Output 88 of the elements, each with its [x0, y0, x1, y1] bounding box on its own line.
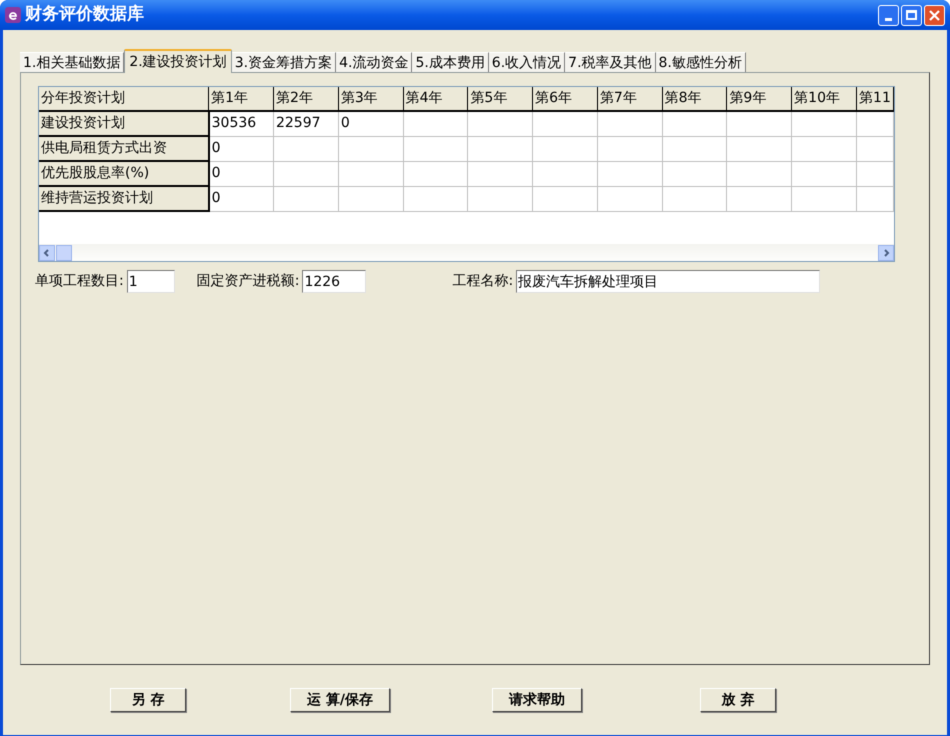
column-header: 第10年: [792, 87, 857, 111]
action-button[interactable]: 另 存: [110, 688, 186, 712]
tab[interactable]: 3.资金筹措方案: [232, 52, 336, 72]
table-cell[interactable]: 0: [208, 136, 274, 161]
table-cell[interactable]: [403, 136, 468, 161]
table-cell[interactable]: [662, 111, 727, 136]
minimize-button[interactable]: [878, 4, 899, 26]
input-field[interactable]: 1226: [302, 270, 366, 293]
table-cell[interactable]: [726, 161, 792, 186]
tab[interactable]: 7.税率及其他: [565, 52, 656, 72]
table-cell[interactable]: [273, 186, 338, 211]
app-icon: [5, 7, 21, 23]
row-header: 维持营运投资计划: [39, 186, 209, 211]
table-cell[interactable]: 0: [208, 186, 274, 211]
table-cell[interactable]: [468, 186, 533, 211]
table-cell[interactable]: [792, 136, 857, 161]
action-button[interactable]: 放 弃: [700, 688, 776, 712]
column-header: 第4年: [403, 87, 468, 111]
table-cell[interactable]: [597, 186, 662, 211]
tab[interactable]: 2.建设投资计划: [124, 49, 232, 73]
table-cell[interactable]: [468, 161, 533, 186]
table-cell[interactable]: 0: [208, 161, 274, 186]
field-label: 单项工程数目:: [35, 272, 124, 291]
tab[interactable]: 6.收入情况: [488, 52, 566, 72]
column-header: 第8年: [662, 87, 727, 111]
table-cell[interactable]: [338, 186, 404, 211]
input-field[interactable]: 1: [126, 270, 175, 293]
row-header: 优先股股息率(%): [39, 161, 209, 186]
table-cell[interactable]: [726, 186, 792, 211]
scroll-thumb[interactable]: [56, 244, 72, 260]
maximize-button[interactable]: [901, 4, 922, 26]
tab[interactable]: 8.敏感性分析: [656, 52, 746, 72]
table-cell[interactable]: [792, 111, 857, 136]
column-header: 第5年: [468, 87, 533, 111]
table-cell[interactable]: [856, 136, 894, 161]
close-button[interactable]: [924, 4, 945, 26]
table-cell[interactable]: [338, 136, 404, 161]
field-label: 固定资产进税额:: [196, 272, 300, 291]
action-button[interactable]: 请求帮助: [492, 688, 582, 712]
table-cell[interactable]: [597, 111, 662, 136]
table-cell[interactable]: [273, 136, 338, 161]
table-cell[interactable]: [532, 161, 598, 186]
column-header: 第9年: [726, 87, 792, 111]
column-header: 第2年: [273, 87, 338, 111]
tab[interactable]: 4.流动资金: [336, 52, 412, 72]
table-cell[interactable]: [468, 136, 533, 161]
column-header: 分年投资计划: [39, 87, 209, 111]
table-cell[interactable]: [468, 111, 533, 136]
table-cell[interactable]: [532, 111, 598, 136]
table-cell[interactable]: [597, 161, 662, 186]
field-label: 工程名称:: [452, 272, 514, 291]
table-cell[interactable]: [532, 136, 598, 161]
row-header: 供电局租赁方式出资: [39, 136, 209, 161]
row-header: 建设投资计划: [39, 111, 209, 136]
table-cell[interactable]: [403, 161, 468, 186]
table-cell[interactable]: [726, 111, 792, 136]
table-cell[interactable]: 30536: [208, 111, 274, 136]
horizontal-scrollbar[interactable]: [39, 244, 894, 261]
input-field[interactable]: 报废汽车拆解处理项目: [516, 270, 820, 293]
table-cell[interactable]: [792, 161, 857, 186]
tab[interactable]: 5.成本费用: [412, 52, 489, 72]
scroll-left-button[interactable]: [39, 244, 55, 260]
table-cell[interactable]: 0: [338, 111, 404, 136]
table-cell[interactable]: [273, 161, 338, 186]
table-cell[interactable]: [338, 161, 404, 186]
window-title: 财务评价数据库: [25, 3, 144, 26]
table-cell[interactable]: [662, 161, 727, 186]
table-cell[interactable]: [532, 186, 598, 211]
action-button[interactable]: 运 算/保存: [290, 688, 390, 712]
table-cell[interactable]: [856, 111, 894, 136]
column-header: 第11: [856, 87, 894, 111]
table-cell[interactable]: [856, 161, 894, 186]
table-cell[interactable]: [726, 136, 792, 161]
table-cell[interactable]: [662, 186, 727, 211]
table-cell[interactable]: [856, 186, 894, 211]
table-cell[interactable]: [792, 186, 857, 211]
table-cell[interactable]: 22597: [273, 111, 338, 136]
column-header: 第3年: [338, 87, 404, 111]
column-header: 第1年: [208, 87, 274, 111]
table-cell[interactable]: [403, 111, 468, 136]
table-cell[interactable]: [403, 186, 468, 211]
column-header: 第6年: [532, 87, 598, 111]
close-icon: [929, 10, 940, 20]
table-cell[interactable]: [662, 136, 727, 161]
table-cell[interactable]: [597, 136, 662, 161]
scroll-right-button[interactable]: [878, 244, 894, 260]
tab[interactable]: 1.相关基础数据: [20, 52, 124, 72]
column-header: 第7年: [597, 87, 662, 111]
